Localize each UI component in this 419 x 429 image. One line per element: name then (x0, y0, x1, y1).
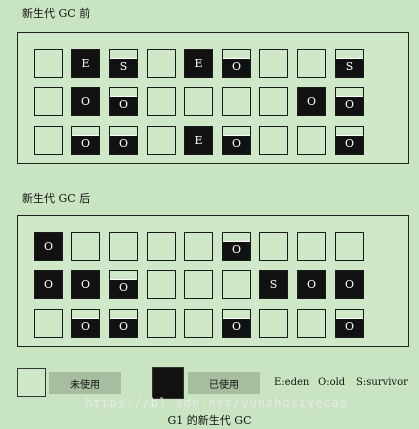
region-type-label: O (231, 60, 242, 73)
after-region-r2-c5 (184, 270, 213, 299)
region-type-label: O (344, 278, 355, 291)
after-region-r3-c2: O (71, 309, 100, 338)
region-type-label: O (118, 320, 129, 333)
region-type-label: S (119, 60, 128, 73)
region-type-label: O (344, 137, 355, 150)
after-region-r2-c6 (222, 270, 251, 299)
before-region-r1-c9: S (335, 49, 364, 78)
before-region-r2-c8: O (297, 87, 326, 116)
region-type-label: S (345, 60, 354, 73)
before-region-r2-c3: O (109, 87, 138, 116)
region-type-label: O (43, 240, 54, 253)
after-region-r2-c3: O (109, 270, 138, 299)
before-region-r3-c3: O (109, 126, 138, 155)
region-type-label: O (118, 98, 129, 111)
before-region-r2-c4 (147, 87, 176, 116)
after-region-r3-c1 (34, 309, 63, 338)
region-type-label: E (194, 57, 203, 70)
before-region-r1-c8 (297, 49, 326, 78)
legend-used-label: 已使用 (188, 372, 260, 394)
region-type-label: O (231, 243, 242, 256)
before-region-r2-c7 (259, 87, 288, 116)
region-type-label: O (344, 320, 355, 333)
after-region-r1-c8 (297, 232, 326, 261)
before-region-r2-c2: O (71, 87, 100, 116)
before-region-r2-c1 (34, 87, 63, 116)
region-type-label: O (344, 98, 355, 111)
before-region-r3-c5: E (184, 126, 213, 155)
figure-caption: G1 的新生代 GC (167, 414, 252, 427)
before-region-r3-c1 (34, 126, 63, 155)
before-region-r1-c6: O (222, 49, 251, 78)
region-type-label: O (80, 278, 91, 291)
region-type-label: S (269, 278, 278, 291)
after-region-r1-c7 (259, 232, 288, 261)
after-region-r1-c9 (335, 232, 364, 261)
before-region-r1-c7 (259, 49, 288, 78)
before-title: 新生代 GC 前 (22, 7, 91, 20)
region-type-label: O (80, 95, 91, 108)
before-region-r3-c7 (259, 126, 288, 155)
after-region-r1-c3 (109, 232, 138, 261)
before-region-r3-c2: O (71, 126, 100, 155)
after-region-r1-c5 (184, 232, 213, 261)
after-region-r2-c8: O (297, 270, 326, 299)
legend-used-swatch (152, 367, 184, 399)
after-region-r1-c6: O (222, 232, 251, 261)
before-region-r1-c4 (147, 49, 176, 78)
region-type-label: E (81, 57, 90, 70)
after-region-r1-c1: O (34, 232, 63, 261)
before-region-r3-c8 (297, 126, 326, 155)
region-type-label: O (118, 137, 129, 150)
before-region-r1-c1 (34, 49, 63, 78)
after-region-r3-c9: O (335, 309, 364, 338)
legend-survivor: S:survivor (356, 377, 408, 388)
region-type-label: O (231, 320, 242, 333)
after-title: 新生代 GC 后 (22, 192, 91, 205)
before-region-r3-c4 (147, 126, 176, 155)
after-region-r2-c7: S (259, 270, 288, 299)
legend-unused-swatch (17, 368, 46, 397)
after-region-r2-c1: O (34, 270, 63, 299)
region-type-label: O (306, 278, 317, 291)
before-region-r3-c6: O (222, 126, 251, 155)
before-region-r2-c5 (184, 87, 213, 116)
before-region-r1-c3: S (109, 49, 138, 78)
before-region-r3-c9: O (335, 126, 364, 155)
after-region-r1-c4 (147, 232, 176, 261)
legend-old: O:old (318, 377, 346, 388)
region-type-label: O (80, 320, 91, 333)
after-region-r3-c4 (147, 309, 176, 338)
region-type-label: O (43, 278, 54, 291)
after-panel: O O O O O S O O O O O O (17, 215, 409, 347)
after-region-r3-c7 (259, 309, 288, 338)
after-region-r3-c8 (297, 309, 326, 338)
region-type-label: E (194, 134, 203, 147)
before-region-r1-c2: E (71, 49, 100, 78)
after-region-r3-c3: O (109, 309, 138, 338)
region-type-label: O (118, 281, 129, 294)
before-region-r2-c9: O (335, 87, 364, 116)
after-region-r2-c9: O (335, 270, 364, 299)
region-type-label: O (80, 137, 91, 150)
after-region-r3-c6: O (222, 309, 251, 338)
before-region-r2-c6 (222, 87, 251, 116)
watermark: https://bl sdn.net/yunzhosiyecao (85, 396, 349, 410)
region-type-label: O (231, 137, 242, 150)
after-region-r2-c4 (147, 270, 176, 299)
region-type-label: O (306, 95, 317, 108)
legend-unused-label: 未使用 (49, 372, 121, 394)
legend-eden: E:eden (274, 377, 310, 388)
after-region-r3-c5 (184, 309, 213, 338)
before-region-r1-c5: E (184, 49, 213, 78)
before-panel: E S E O S O O O O O O E O O (17, 32, 409, 164)
after-region-r2-c2: O (71, 270, 100, 299)
after-region-r1-c2 (71, 232, 100, 261)
